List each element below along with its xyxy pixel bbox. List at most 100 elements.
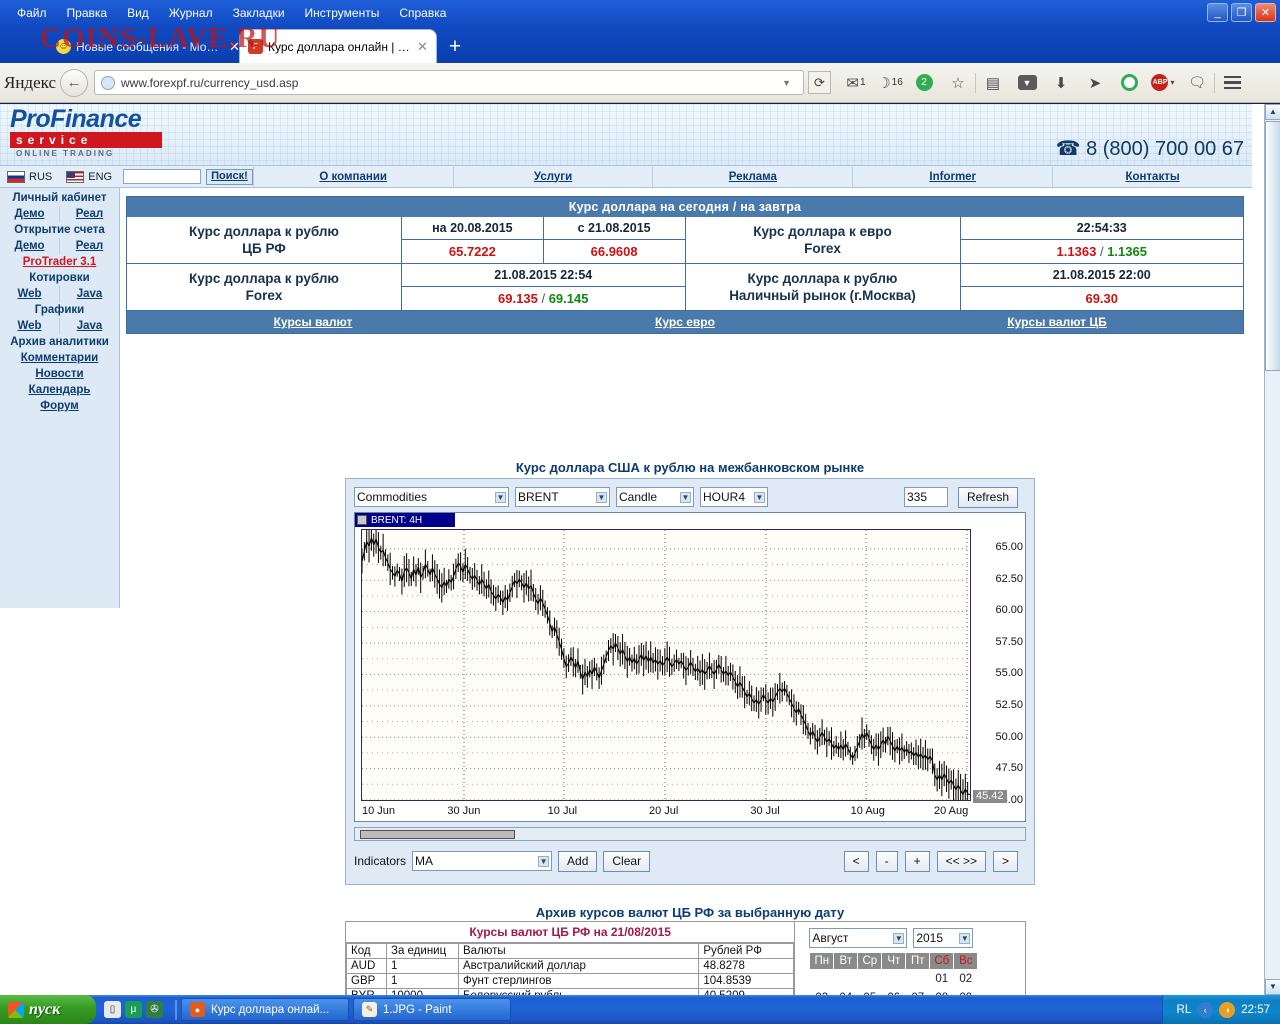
url-bar[interactable]: www.forexpf.ru/currency_usd.asp ▼ xyxy=(94,70,804,95)
pocket-icon[interactable]: ▼ xyxy=(1010,68,1044,98)
chart-scroll-right-button[interactable]: > xyxy=(993,851,1018,872)
tray-volume-icon[interactable]: ◑ xyxy=(1219,1002,1235,1018)
clear-indicators-button[interactable]: Clear xyxy=(603,851,650,872)
nav-informer[interactable]: Informer xyxy=(852,167,1052,187)
tray-language-indicator[interactable]: RL xyxy=(1177,1004,1192,1016)
scroll-down-icon[interactable]: ▼ xyxy=(1265,979,1280,995)
indicator-select-wrap: MA ▼ xyxy=(412,851,552,871)
nav-contacts[interactable]: Контакты xyxy=(1052,167,1252,187)
calendar-day[interactable]: 02 xyxy=(954,970,978,989)
start-button[interactable]: пуск xyxy=(0,995,96,1024)
scrollbar-thumb[interactable] xyxy=(1265,121,1280,371)
tray-clock: 22:57 xyxy=(1241,1004,1270,1016)
scrollbar-thumb[interactable] xyxy=(360,830,515,839)
moon-icon[interactable]: ☽16 xyxy=(873,68,907,98)
scroll-up-icon[interactable]: ▲ xyxy=(1265,104,1280,120)
site-logo[interactable]: ProFinance service ONLINE TRADING xyxy=(10,106,170,158)
sidebar-item-charts-web[interactable]: Web xyxy=(0,318,60,334)
link-cb-currency-rates[interactable]: Курсы валют ЦБ xyxy=(871,311,1243,333)
chart-zoom-out-button[interactable]: - xyxy=(876,851,898,872)
chart-scroll-left-button[interactable]: < xyxy=(844,851,869,872)
taskbar-item-firefox[interactable]: ● Курс доллара онлай... xyxy=(181,998,349,1021)
download-icon[interactable]: ⬇ xyxy=(1044,68,1078,98)
clipboard-icon[interactable]: ▤ xyxy=(976,68,1010,98)
sidebar-item-cabinet-real[interactable]: Реал xyxy=(60,206,119,222)
tray-shield-icon[interactable]: ‹ xyxy=(1197,1002,1213,1018)
chart-horizontal-scrollbar[interactable] xyxy=(354,827,1026,841)
reload-button[interactable]: ⟳ xyxy=(808,71,831,94)
app-icon[interactable]: ✇ xyxy=(146,1001,163,1018)
calendar-day[interactable]: 01 xyxy=(930,970,954,989)
sidebar-item-quotes-java[interactable]: Java xyxy=(60,286,119,302)
instrument-select[interactable]: BRENT xyxy=(515,487,610,507)
sidebar-item-calendar[interactable]: Календарь xyxy=(0,382,119,398)
calendar-year-select[interactable]: 2015 xyxy=(913,928,973,948)
menu-tools[interactable]: Инструменты xyxy=(296,3,389,23)
back-button[interactable]: ← xyxy=(60,69,88,97)
search-input[interactable] xyxy=(123,169,201,184)
firefox-icon: F xyxy=(248,39,263,54)
sidebar-item-protrader[interactable]: ProTrader 3.1 xyxy=(0,254,119,270)
table-row: GBP1Фунт стерлингов104.8539 xyxy=(347,974,794,989)
chart-x-tick-label: 10 Aug xyxy=(851,805,885,817)
star-icon[interactable]: ☆ xyxy=(941,68,975,98)
indicator-select[interactable]: MA xyxy=(412,851,552,871)
menu-help[interactable]: Справка xyxy=(390,3,455,23)
sidebar-item-news[interactable]: Новости xyxy=(0,366,119,382)
utorrent-icon[interactable]: μ xyxy=(125,1001,142,1018)
sidebar-item-forum[interactable]: Форум xyxy=(0,398,119,414)
chart-zoom-in-button[interactable]: + xyxy=(905,851,930,872)
bars-count-input[interactable] xyxy=(904,487,948,507)
close-button[interactable]: ✕ xyxy=(1255,3,1276,22)
hamburger-menu-icon[interactable] xyxy=(1215,68,1249,98)
menu-bookmarks[interactable]: Закладки xyxy=(224,3,294,23)
lang-switch-en[interactable]: ENG xyxy=(59,171,119,183)
chart-canvas[interactable]: BRENT: 4H 65.0062.5060.0057.5055.0052.50… xyxy=(354,512,1026,822)
market-select[interactable]: Commodities xyxy=(354,487,509,507)
green-ring-icon[interactable] xyxy=(1112,68,1146,98)
search-button[interactable]: Поиск! xyxy=(206,169,253,185)
close-icon[interactable]: ✕ xyxy=(229,39,240,55)
calendar-month-select[interactable]: Август xyxy=(809,928,907,948)
mail-icon[interactable]: ✉1 xyxy=(839,68,873,98)
close-icon[interactable]: ✕ xyxy=(417,39,428,55)
phone-icon[interactable]: ▯ xyxy=(104,1001,121,1018)
notification-icon[interactable]: 2 xyxy=(907,68,941,98)
rates-bid: 69.135 xyxy=(498,291,538,306)
rates-label-line1: Курс доллара к рублю xyxy=(189,270,339,287)
sidebar-item-quotes-web[interactable]: Web xyxy=(0,286,60,302)
menu-file[interactable]: Файл xyxy=(8,3,56,23)
link-currency-rates[interactable]: Курсы валют xyxy=(127,311,499,333)
add-indicator-button[interactable]: Add xyxy=(558,851,597,872)
chevron-down-icon[interactable]: ▼ xyxy=(776,78,797,88)
sidebar-item-comments[interactable]: Комментарии xyxy=(0,350,119,366)
sidebar-item-charts-java[interactable]: Java xyxy=(60,318,119,334)
chart-fit-button[interactable]: << >> xyxy=(937,851,986,872)
nav-services[interactable]: Услуги xyxy=(453,167,653,187)
sidebar-item-account-demo[interactable]: Демо xyxy=(0,238,60,254)
lang-switch-ru[interactable]: RUS xyxy=(0,171,59,183)
page-scrollbar[interactable]: ▲ ▼ xyxy=(1264,104,1280,995)
adblock-icon[interactable]: ABP▾ xyxy=(1146,68,1180,98)
rates-values-cbrf: на 20.08.2015 65.7222 с 21.08.2015 66.96… xyxy=(402,217,685,263)
menu-view[interactable]: Вид xyxy=(118,3,158,23)
menu-edit[interactable]: Правка xyxy=(58,3,117,23)
chevron-down-icon[interactable]: ▾ xyxy=(1170,78,1174,87)
new-tab-button[interactable]: + xyxy=(444,37,466,59)
sidebar-item-account-real[interactable]: Реал xyxy=(60,238,119,254)
sidebar-item-cabinet-demo[interactable]: Демо xyxy=(0,206,60,222)
link-euro-rate[interactable]: Курс евро xyxy=(499,311,871,333)
refresh-button[interactable]: Refresh xyxy=(958,487,1018,508)
period-select[interactable]: HOUR4 xyxy=(700,487,768,507)
maximize-button[interactable]: ❐ xyxy=(1231,3,1252,22)
nav-advertising[interactable]: Реклама xyxy=(652,167,852,187)
minimize-button[interactable]: _ xyxy=(1207,3,1228,22)
browser-tab-inactive[interactable]: ☺ Новые сообщения - Монеты... ✕ xyxy=(48,30,248,63)
chart-style-select[interactable]: Candle xyxy=(616,487,694,507)
chat-icon[interactable]: 🗨 xyxy=(1180,68,1214,98)
taskbar-item-paint[interactable]: ✎ 1.JPG - Paint xyxy=(353,998,511,1021)
browser-tab-active[interactable]: F Курс доллара онлайн | Курс... ✕ xyxy=(240,30,436,63)
nav-about[interactable]: О компании xyxy=(253,167,453,187)
send-icon[interactable]: ➤ xyxy=(1078,68,1112,98)
menu-history[interactable]: Журнал xyxy=(160,3,222,23)
